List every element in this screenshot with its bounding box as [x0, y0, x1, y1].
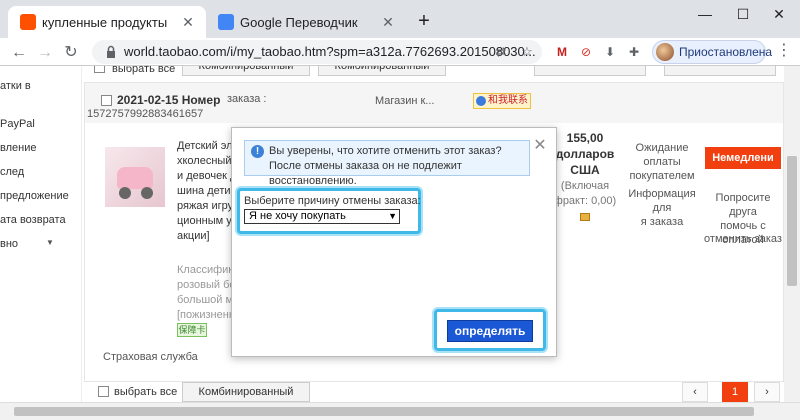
- cancel-reason-group: Выберите причину отмены заказа: Я не хоч…: [237, 188, 421, 234]
- combined-payment-button[interactable]: Комбинированный платеж: [318, 66, 446, 76]
- close-window-button[interactable]: ✕: [764, 6, 794, 26]
- info-icon: !: [251, 145, 264, 158]
- gmail-extension-icon[interactable]: M: [552, 42, 572, 62]
- adblock-extension-icon[interactable]: ⊘: [576, 42, 596, 62]
- close-icon[interactable]: ✕: [532, 138, 548, 154]
- profile-status: Приостановлена: [679, 45, 773, 59]
- reason-value: Я не хочу покупать: [249, 210, 346, 222]
- combined-payment-button[interactable]: Комбинированный платеж: [182, 382, 310, 402]
- ask-friend-line: Попросите друга: [715, 192, 771, 218]
- tab-title: Google Переводчик: [240, 14, 358, 30]
- top-actions-row: выбрать все Комбинированный платеж Комби…: [82, 66, 784, 78]
- select-all-label: выбрать все: [112, 66, 176, 75]
- product-image[interactable]: [105, 147, 165, 207]
- order-header: 2021-02-15 Номер заказа : 15727579928834…: [85, 83, 783, 123]
- tab-google-translate[interactable]: Google Переводчик ✕: [206, 6, 406, 38]
- vertical-scrollbar[interactable]: [784, 66, 800, 402]
- prev-page-button[interactable]: [534, 66, 646, 76]
- scroll-thumb[interactable]: [14, 407, 754, 416]
- close-icon[interactable]: ✕: [180, 14, 196, 30]
- guarantee-badge[interactable]: 保障卡: [177, 323, 207, 337]
- sidebar-item[interactable]: вно: [0, 238, 80, 250]
- sidebar-item[interactable]: предложение: [0, 190, 80, 202]
- price-line: 155,00: [566, 131, 604, 145]
- sidebar-item[interactable]: вление: [0, 142, 80, 154]
- order-status: Ожидание оплаты покупателем Информация д…: [623, 141, 701, 229]
- reason-select[interactable]: Я не хочу покупать ▼: [244, 209, 400, 224]
- scroll-thumb[interactable]: [787, 156, 797, 286]
- back-button[interactable]: ←: [8, 42, 30, 64]
- order-info-link[interactable]: Информация для: [623, 187, 701, 215]
- tab-title: купленные продукты: [42, 14, 168, 30]
- bottom-actions-row: выбрать все Комбинированный платеж ‹ 1 ›: [82, 382, 784, 402]
- price-line: долларов: [555, 147, 615, 161]
- lock-icon: [107, 45, 115, 58]
- sidebar: атки в PayPal вление след предложение ат…: [0, 66, 82, 402]
- translate-icon[interactable]: ⇄: [492, 43, 510, 61]
- minimize-button[interactable]: —: [690, 6, 720, 26]
- wheel-shape: [141, 187, 153, 199]
- warning-notice: ! Вы уверены, что хотите отменить этот з…: [244, 140, 530, 187]
- menu-icon[interactable]: ⋮: [776, 42, 792, 62]
- extensions-puzzle-icon[interactable]: ✚: [624, 42, 644, 62]
- pay-now-button[interactable]: Немедлени: [705, 147, 781, 169]
- tab-strip: купленные продукты ✕ Google Переводчик ✕…: [0, 0, 800, 38]
- card-icon: [580, 213, 590, 221]
- url-text: world.taobao.com/i/my_taobao.htm?spm=a31…: [124, 44, 536, 59]
- sidebar-item[interactable]: след: [0, 166, 80, 178]
- tab-purchased-products[interactable]: купленные продукты ✕: [8, 6, 206, 38]
- browser-toolbar: ← → ↻ world.taobao.com/i/my_taobao.htm?s…: [0, 38, 800, 66]
- prev-page-button[interactable]: ‹: [682, 382, 708, 402]
- chevron-down-icon: ▼: [388, 211, 397, 221]
- order-date: 2021-02-15 Номер: [117, 93, 221, 107]
- price-note-line: (Включая: [560, 180, 610, 192]
- cancel-order-link[interactable]: отменить заказ: [703, 233, 783, 245]
- bookmark-star-icon[interactable]: ☆: [518, 43, 536, 61]
- page-number-button[interactable]: 1: [722, 382, 748, 402]
- google-translate-icon: [218, 14, 234, 30]
- forward-button[interactable]: →: [34, 42, 56, 64]
- taobao-favicon-icon: [20, 14, 36, 30]
- reload-button[interactable]: ↻: [60, 42, 82, 64]
- order-info-link[interactable]: я заказа: [623, 215, 701, 229]
- select-all-label: выбрать все: [114, 386, 178, 398]
- new-tab-button[interactable]: +: [412, 10, 436, 34]
- sidebar-item[interactable]: атки в: [0, 80, 80, 92]
- select-all-checkbox[interactable]: [98, 386, 109, 397]
- status-line: покупателем: [629, 170, 695, 182]
- avatar: [656, 43, 674, 61]
- horizontal-scrollbar[interactable]: [0, 402, 800, 420]
- order-number-label: заказа :: [227, 93, 267, 105]
- confirm-button[interactable]: определять: [447, 320, 533, 342]
- reason-label: Выберите причину отмены заказа:: [244, 195, 421, 207]
- notice-text: Вы уверены, что хотите отменить этот зак…: [269, 145, 502, 187]
- combined-payment-button[interactable]: Комбинированный платеж: [182, 66, 310, 76]
- price-line: США: [570, 163, 600, 177]
- order-price: 155,00 долларов США (Включая фракт: 0,00…: [545, 131, 625, 221]
- toy-car-shape: [117, 167, 153, 189]
- chevron-down-icon[interactable]: ▼: [46, 238, 54, 247]
- status-line: Ожидание: [635, 142, 689, 154]
- wheel-shape: [119, 187, 131, 199]
- sidebar-item[interactable]: PayPal: [0, 118, 80, 130]
- next-page-button[interactable]: ›: [754, 382, 780, 402]
- address-bar[interactable]: world.taobao.com/i/my_taobao.htm?spm=a31…: [92, 40, 542, 64]
- order-checkbox[interactable]: [101, 95, 112, 106]
- shop-link[interactable]: Магазин к...: [375, 95, 434, 107]
- next-page-button[interactable]: [664, 66, 776, 76]
- close-icon[interactable]: ✕: [380, 14, 396, 30]
- contact-seller-button[interactable]: 和我联系: [473, 93, 531, 109]
- price-note-line: фракт: 0,00): [553, 195, 617, 207]
- sidebar-item[interactable]: ата возврата: [0, 214, 80, 226]
- status-line: оплаты: [643, 156, 681, 168]
- insurance-service-label: Страховая служба: [103, 351, 198, 363]
- maximize-button[interactable]: ☐: [728, 6, 758, 26]
- select-all-checkbox[interactable]: [94, 66, 105, 73]
- order-number: 1572757992883461657: [87, 108, 204, 120]
- download-extension-icon[interactable]: ⬇: [600, 42, 620, 62]
- confirm-highlight: определять: [434, 309, 546, 351]
- cancel-order-dialog: ✕ ! Вы уверены, что хотите отменить этот…: [231, 127, 557, 357]
- profile-button[interactable]: Приостановлена: [652, 40, 772, 64]
